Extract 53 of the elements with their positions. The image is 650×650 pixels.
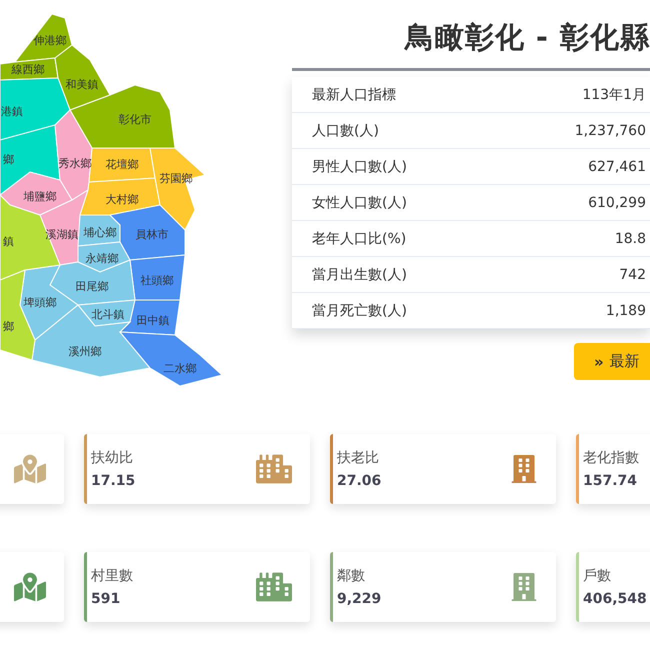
township-label: 線西鄉 xyxy=(12,63,44,76)
township-label: 田中鎮 xyxy=(136,314,170,327)
township-label: 社頭鄉 xyxy=(140,274,174,287)
township-label: 鄉 xyxy=(3,153,14,166)
township-label: 秀水鄉 xyxy=(58,157,92,170)
stat-value: 18.8 xyxy=(614,230,646,246)
building-icon xyxy=(510,573,538,601)
building-icon xyxy=(510,455,538,483)
stat-label: 人口數(人) xyxy=(312,122,379,140)
card-value: 157.74 xyxy=(583,473,638,489)
township-label: 埔鹽鄉 xyxy=(24,190,56,203)
township-label: 和美鎮 xyxy=(66,78,98,91)
township-label: 埔心鄉 xyxy=(84,226,116,239)
stat-value: 610,299 xyxy=(588,194,646,210)
stat-label: 老年人口比(%) xyxy=(312,230,406,248)
stat-label: 最新人口指標 xyxy=(312,86,396,104)
card-label: 老化指數 xyxy=(583,449,639,467)
stat-value: 1,189 xyxy=(606,302,646,318)
folded-map-pin-icon xyxy=(14,453,46,485)
township-label: 北斗鎮 xyxy=(92,308,124,321)
card-label: 村里數 xyxy=(91,567,133,585)
stat-value: 742 xyxy=(619,266,646,282)
township-label: 永靖鄉 xyxy=(86,252,118,265)
township-label: 埤頭鄉 xyxy=(24,296,56,309)
township-label: 溪州鄉 xyxy=(68,345,102,358)
stat-label: 女性人口數(人) xyxy=(312,194,407,212)
township-label: 大村鄉 xyxy=(106,193,138,206)
card-label: 戶數 xyxy=(583,567,612,585)
card-value: 9,229 xyxy=(337,591,382,607)
card-value: 17.15 xyxy=(91,473,136,489)
township-label: 二水鄉 xyxy=(164,362,196,375)
card-label: 扶老比 xyxy=(337,449,380,467)
card-label: 鄰數 xyxy=(337,567,366,585)
township-label: 彰化市 xyxy=(118,113,152,126)
stat-label: 當月死亡數(人) xyxy=(312,302,407,320)
township-label: 伸港鄉 xyxy=(34,34,66,47)
township-label: 員林市 xyxy=(136,228,168,241)
township-label: 鎮 xyxy=(3,235,14,248)
latest-button[interactable]: » 最新 xyxy=(574,343,650,380)
card-value: 27.06 xyxy=(337,473,382,489)
stat-value: 627,461 xyxy=(588,158,646,174)
stat-value: 1,237,760 xyxy=(574,122,646,138)
stat-label: 當月出生數(人) xyxy=(312,266,407,284)
township-label: 花壇鄉 xyxy=(106,158,138,171)
stat-value: 113年1月 xyxy=(582,86,646,104)
card-value: 591 xyxy=(91,591,122,607)
stat-label: 男性人口數(人) xyxy=(312,158,407,176)
township-label: 鄉 xyxy=(3,320,14,333)
card-value: 406,548 xyxy=(583,591,647,607)
township-label: 田尾鄉 xyxy=(76,280,108,293)
folded-map-pin-icon xyxy=(14,571,46,603)
card-label: 扶幼比 xyxy=(91,449,134,467)
township-label: 港鎮 xyxy=(1,105,23,118)
